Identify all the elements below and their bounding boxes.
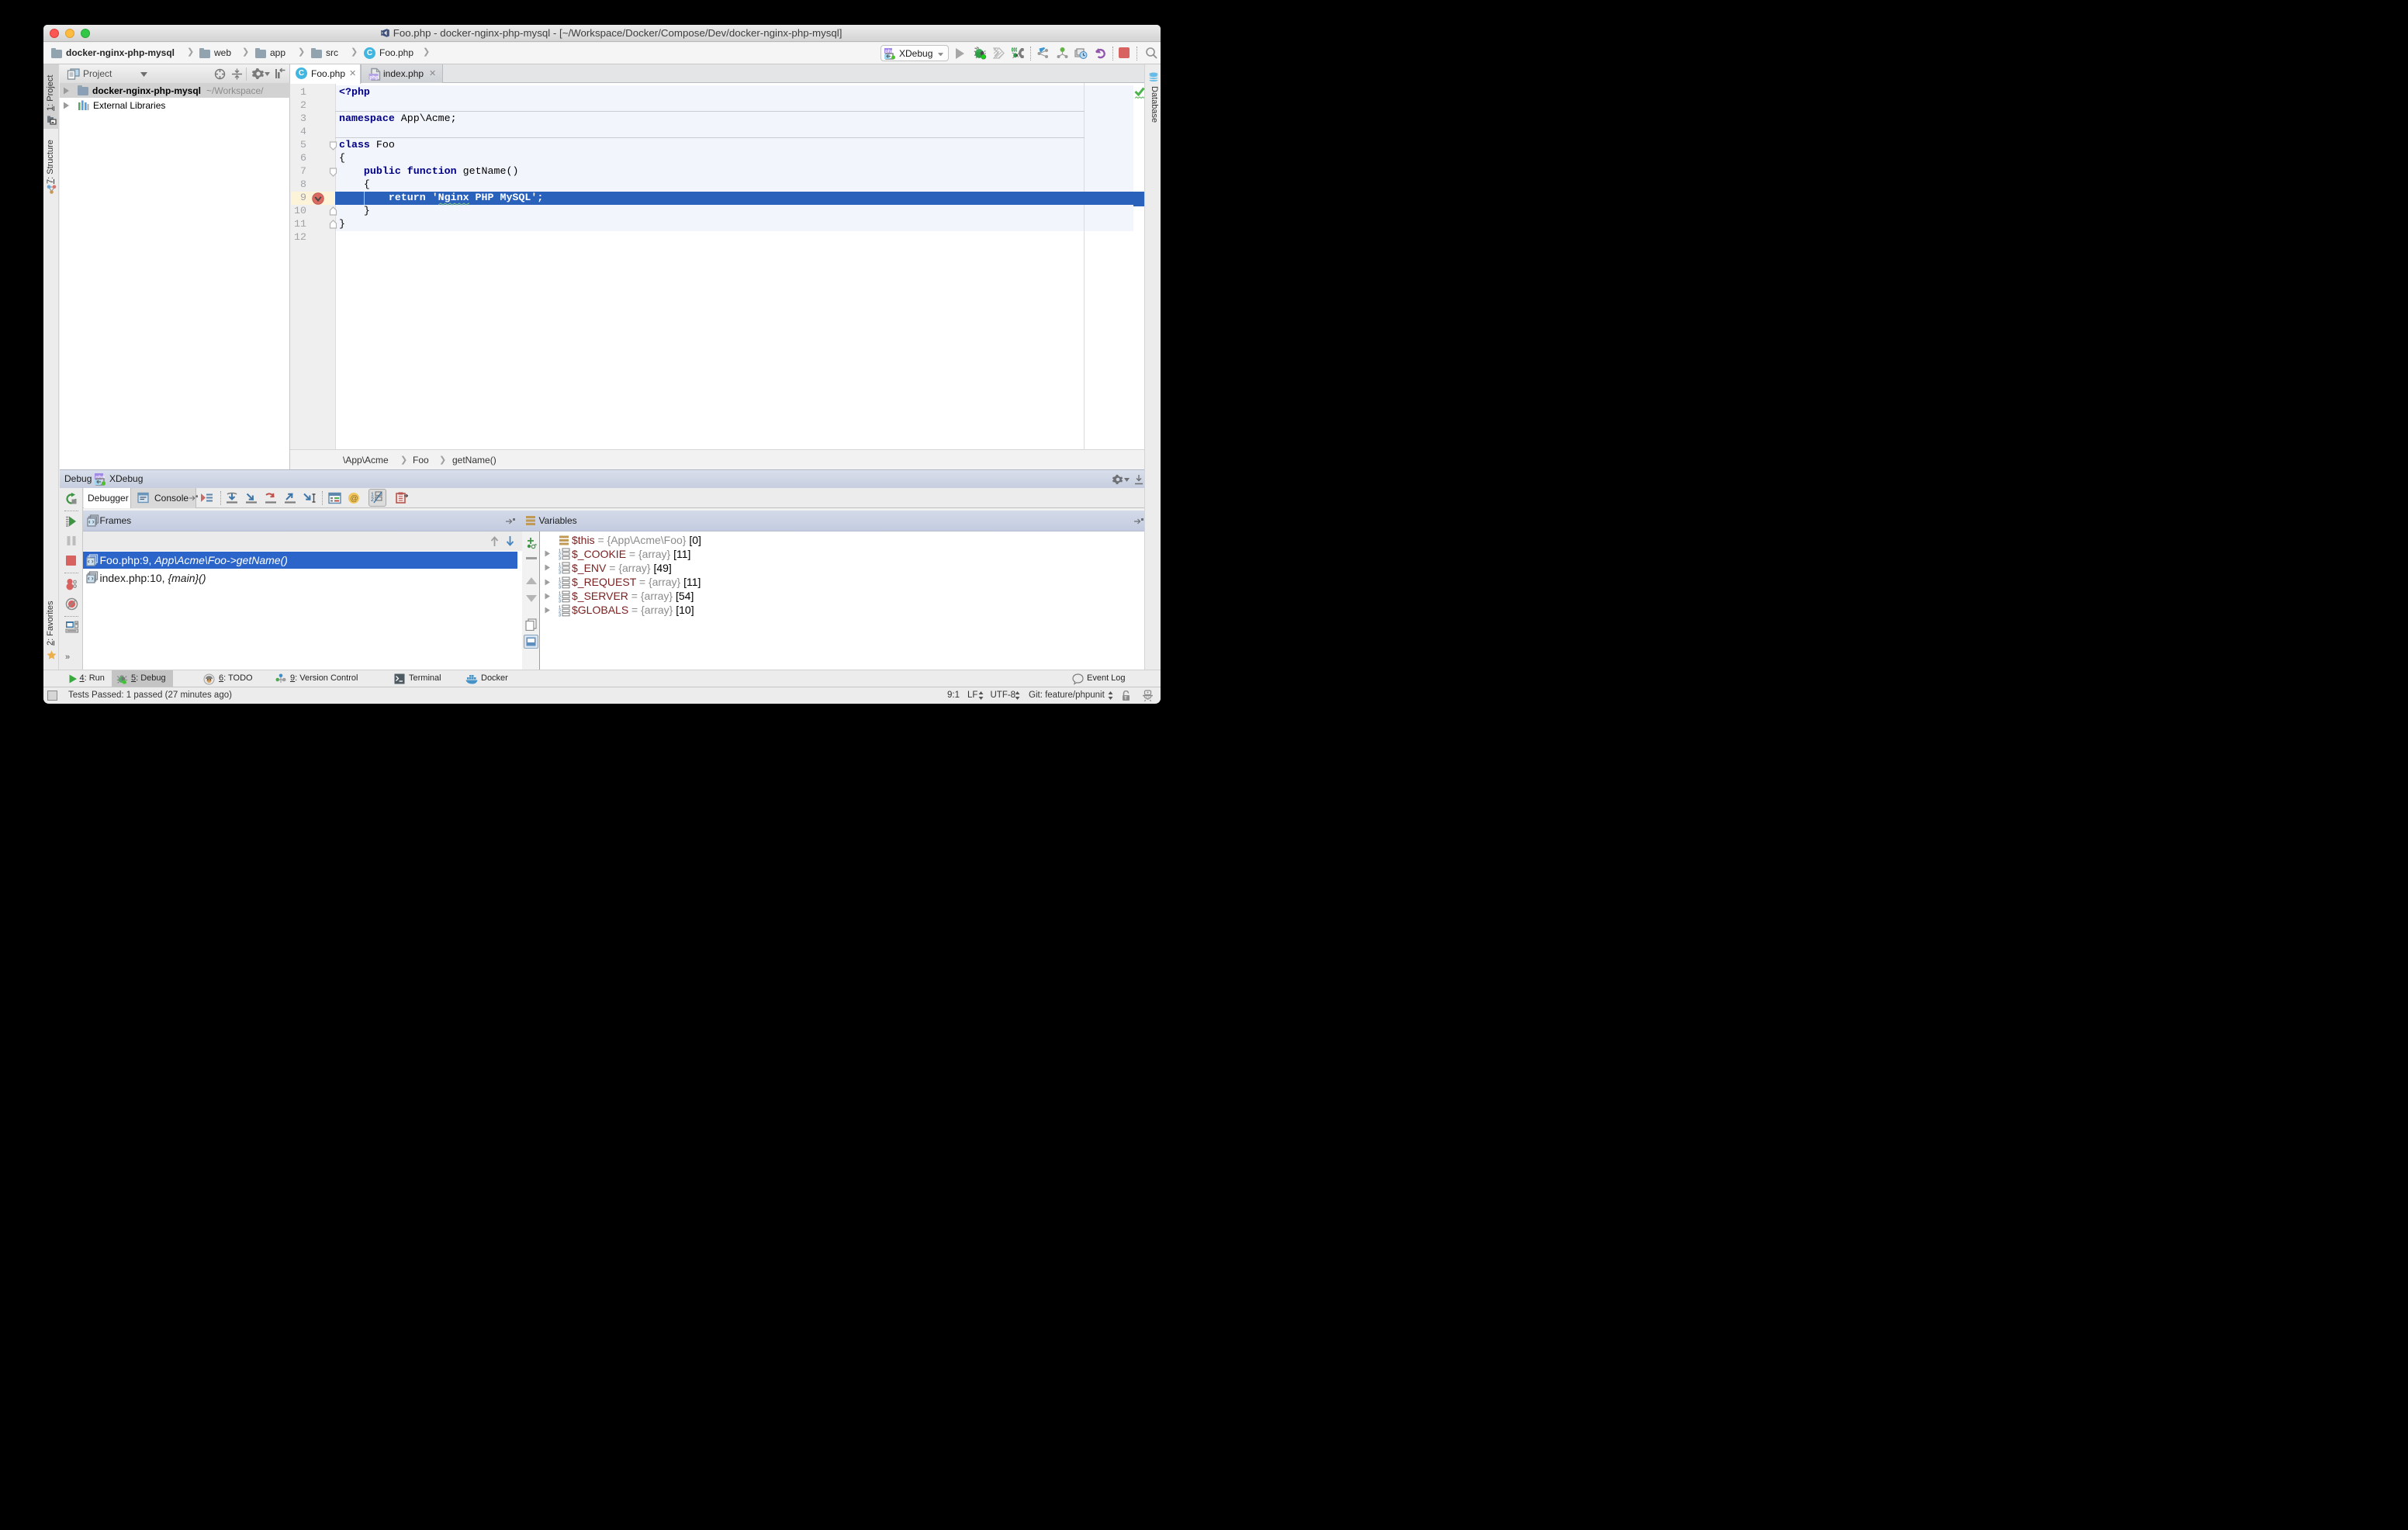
svg-text:2: 2 — [371, 497, 374, 503]
svg-text:3: 3 — [559, 557, 561, 561]
svg-text:php: php — [369, 74, 379, 80]
svg-text:3: 3 — [559, 613, 561, 617]
svg-text:3: 3 — [559, 585, 561, 589]
svg-text:3: 3 — [559, 599, 561, 603]
svg-text:@: @ — [351, 494, 358, 503]
svg-text:3: 3 — [559, 571, 561, 575]
svg-text:php: php — [95, 475, 105, 480]
